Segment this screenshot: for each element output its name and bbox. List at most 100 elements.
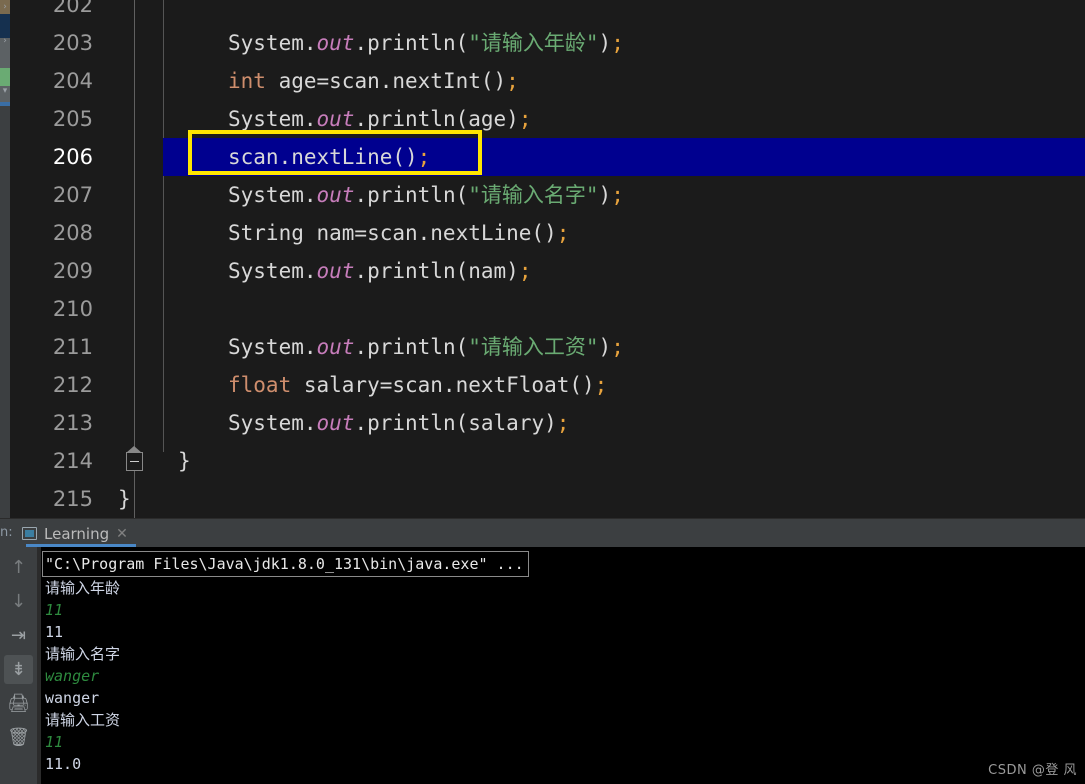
code-token: scan.nextLine() [228, 145, 418, 169]
code-token: ) [598, 335, 612, 359]
code-token: age=scan.nextInt() [265, 69, 507, 93]
code-token: salary=scan.nextFloat() [291, 373, 595, 397]
code-token: . [303, 183, 317, 207]
code-line[interactable] [163, 0, 1085, 24]
line-number: 214 [52, 449, 93, 473]
code-token: "请输入年龄" [468, 31, 599, 55]
soft-wrap-button[interactable]: ⇥ [4, 621, 33, 650]
run-tab-bar: n: Learning ✕ [0, 519, 1085, 547]
marker-added [0, 68, 10, 86]
code-token: "请输入工资" [468, 335, 599, 359]
code-text-area[interactable]: System.out.println("请输入年龄"); int age=scan… [118, 0, 1085, 518]
code-line[interactable]: } [163, 442, 1085, 480]
clear-all-button[interactable]: 🗑 [4, 723, 33, 752]
code-token: ; [417, 145, 431, 169]
scroll-to-end-button[interactable]: ⇟ [4, 655, 33, 684]
code-token: out [316, 411, 355, 435]
code-editor[interactable]: › › ▾ 202 203 204 205 206 207 208 209 210 211 212 2… [0, 0, 1085, 518]
code-line[interactable]: System.out.println("请输入工资"); [163, 328, 1085, 366]
code-token: . [303, 335, 317, 359]
scroll-down-button[interactable]: ↓ [4, 587, 33, 616]
code-token: System [228, 183, 304, 207]
code-token: System [228, 107, 304, 131]
code-token: ; [556, 411, 570, 435]
code-token: .println( [354, 335, 469, 359]
scroll-up-button[interactable]: ↑ [4, 553, 33, 582]
line-number-gutter[interactable]: 202 203 204 205 206 207 208 209 210 211 212 213 214 2… [10, 0, 105, 518]
line-number: 207 [52, 183, 93, 207]
code-token: .println(salary) [354, 411, 557, 435]
code-token: System [228, 411, 304, 435]
code-line[interactable]: float salary=scan.nextFloat(); [163, 366, 1085, 404]
code-token: ; [506, 69, 519, 93]
chevron-right-icon-2[interactable]: › [0, 36, 10, 46]
console-output-line: 请输入年龄 [45, 579, 121, 597]
code-token: .println(age) [354, 107, 519, 131]
code-token: out [316, 259, 355, 283]
console-command-line-box: "C:\Program Files\Java\jdk1.8.0_131\bin\… [42, 551, 529, 577]
code-line[interactable]: System.out.println(age); [163, 100, 1085, 138]
code-token: ) [598, 183, 612, 207]
code-token: .println(nam) [354, 259, 519, 283]
soft-wrap-icon: ⇥ [10, 624, 27, 646]
code-token: out [316, 183, 355, 207]
code-token: System [228, 335, 304, 359]
code-token: int [228, 69, 266, 93]
editor-marker-strip[interactable]: › › ▾ [0, 0, 10, 518]
code-line[interactable]: scan.nextLine(); [163, 138, 1085, 176]
clear-all-icon: 🗑 [7, 726, 30, 748]
scroll-down-icon: ↓ [10, 590, 27, 612]
line-number: 211 [52, 335, 93, 359]
ide-window: › › ▾ 202 203 204 205 206 207 208 209 210 211 212 2… [0, 0, 1085, 784]
code-token: ; [611, 183, 624, 207]
close-icon[interactable]: ✕ [116, 527, 128, 541]
code-token: ; [611, 335, 624, 359]
run-tab-title: Learning [44, 524, 110, 543]
code-token: out [316, 335, 355, 359]
console-output-line: 请输入名字 [45, 645, 121, 663]
code-line[interactable]: int age=scan.nextInt(); [163, 62, 1085, 100]
console-output[interactable]: "C:\Program Files\Java\jdk1.8.0_131\bin\… [37, 547, 1085, 784]
marker-navy [0, 14, 10, 38]
code-token: System [228, 259, 304, 283]
print-button[interactable]: 🖨 [4, 689, 33, 718]
marker-blue [0, 102, 10, 106]
scroll-to-end-icon: ⇟ [10, 658, 27, 680]
code-line[interactable]: System.out.println("请输入名字"); [163, 176, 1085, 214]
console-left-edge [37, 547, 41, 784]
code-folding-gutter[interactable] [105, 0, 163, 518]
line-number: 215 [52, 487, 93, 511]
console-command-line: "C:\Program Files\Java\jdk1.8.0_131\bin\… [45, 555, 524, 573]
code-line[interactable]: System.out.println(salary); [163, 404, 1085, 442]
code-token: } [178, 449, 191, 473]
code-line[interactable]: } [118, 480, 1085, 518]
scroll-up-icon: ↑ [10, 556, 27, 578]
console-input-line: 11 [45, 601, 64, 619]
code-token: out [316, 107, 355, 131]
line-number: 210 [52, 297, 93, 321]
console-input-line: 11 [45, 733, 64, 751]
code-token: System [228, 31, 304, 55]
run-configuration-icon [22, 527, 37, 540]
fold-toggle-icon[interactable] [126, 446, 143, 471]
code-line[interactable]: System.out.println(nam); [163, 252, 1085, 290]
chevron-right-icon[interactable]: › [0, 2, 10, 12]
code-token: .println( [354, 183, 469, 207]
code-token: . [303, 411, 317, 435]
code-line[interactable]: System.out.println("请输入年龄"); [163, 24, 1085, 62]
console-output-line: 11 [45, 623, 64, 641]
code-token: ; [518, 259, 532, 283]
run-tab-learning[interactable]: Learning ✕ [14, 520, 136, 547]
code-token: } [118, 487, 131, 511]
bookmark-icon[interactable]: ▾ [0, 86, 10, 96]
code-token: ) [598, 31, 612, 55]
console-output-line: 请输入工资 [45, 711, 121, 729]
code-line[interactable] [163, 290, 1085, 328]
code-token: out [316, 31, 355, 55]
code-token: ; [611, 31, 624, 55]
code-token: . [303, 107, 317, 131]
code-line[interactable]: String nam=scan.nextLine(); [163, 214, 1085, 252]
run-tool-window: n: Learning ✕ ↑ ↓ ⇥ ⇟ 🖨 🗑 "C:\Program Files\J… [0, 518, 1085, 784]
console-toolbar[interactable]: ↑ ↓ ⇥ ⇟ 🖨 🗑 [0, 547, 37, 784]
code-token: ; [594, 373, 608, 397]
